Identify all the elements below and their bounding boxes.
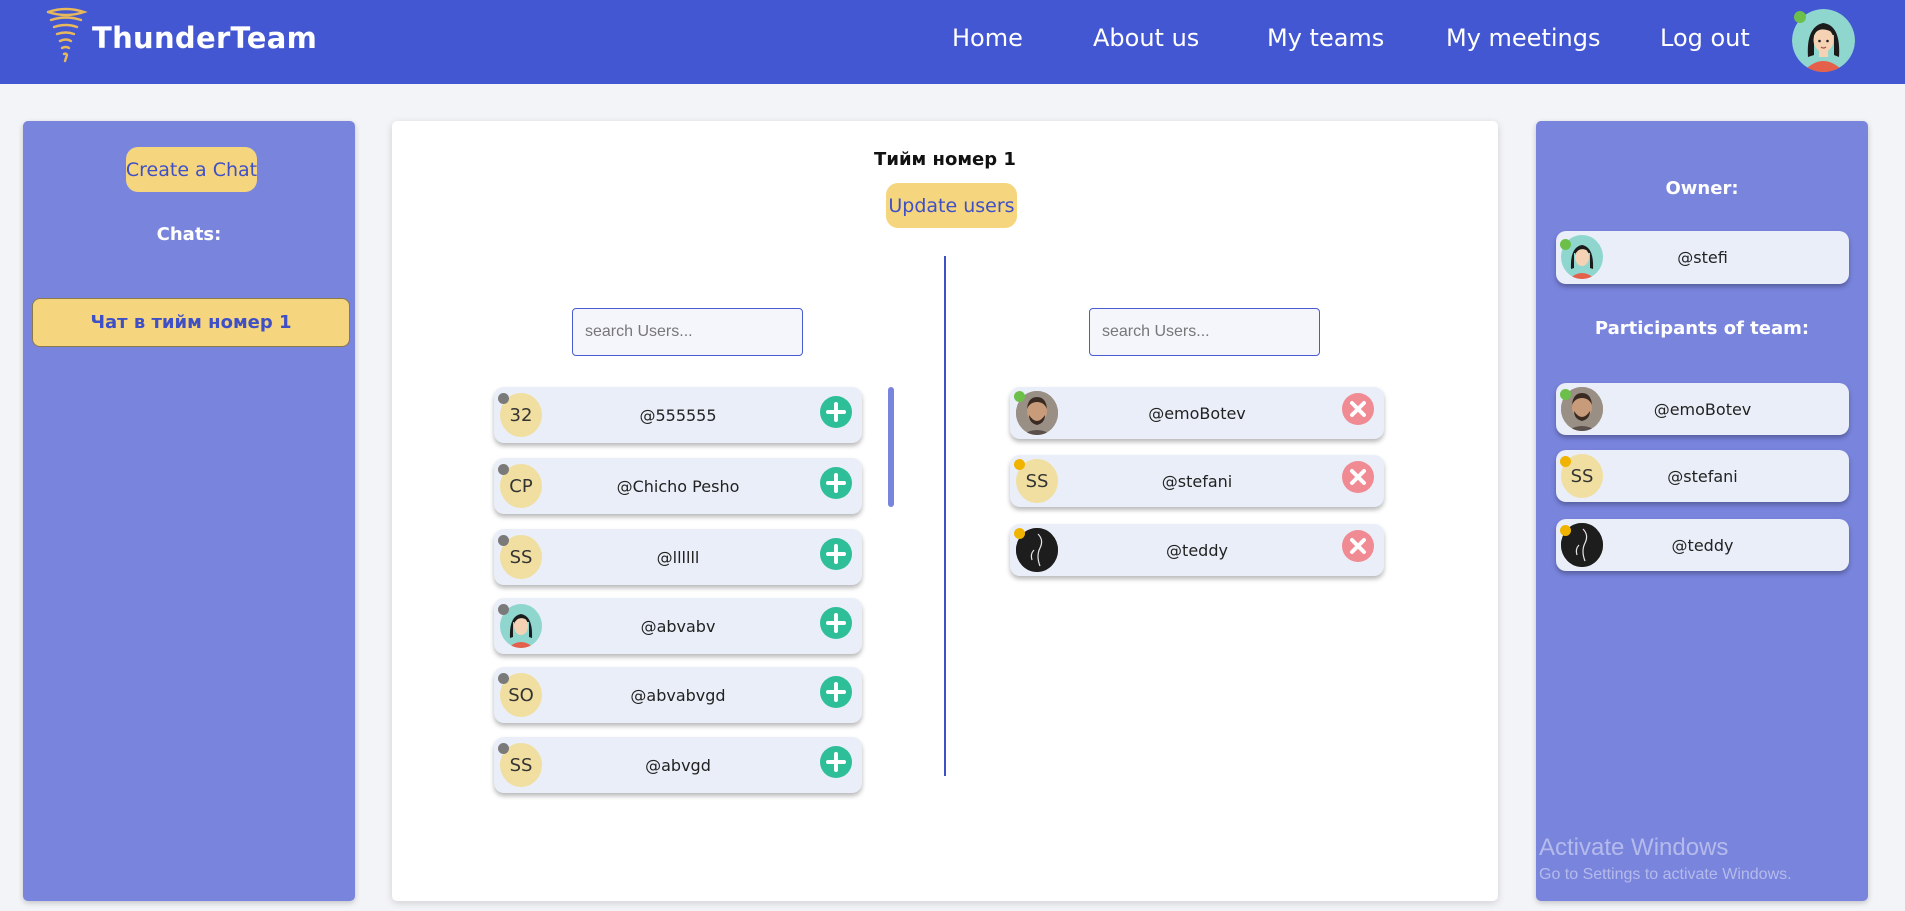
add-user-button[interactable] xyxy=(820,538,852,570)
participant-card: @emoBotev xyxy=(1556,383,1849,435)
available-user-card: CP @Chicho Pesho xyxy=(494,458,862,514)
status-offline-dot xyxy=(498,673,509,684)
participant-name: @teddy xyxy=(1671,535,1734,555)
participant-name: @stefani xyxy=(1667,466,1738,486)
user-name: @stefani xyxy=(1161,471,1233,491)
remove-user-button[interactable] xyxy=(1342,530,1374,562)
close-icon xyxy=(1350,469,1366,485)
status-online-dot xyxy=(1560,239,1571,250)
status-online-dot xyxy=(1560,389,1571,400)
user-name: @abvabv xyxy=(640,616,716,636)
user-name: @llllll xyxy=(656,547,700,567)
column-divider xyxy=(944,256,946,776)
add-user-button[interactable] xyxy=(820,396,852,428)
owner-heading: Owner: xyxy=(1665,178,1739,199)
owner-name: @stefi xyxy=(1677,248,1728,267)
user-name: @teddy xyxy=(1166,540,1228,560)
update-users-button[interactable]: Update users xyxy=(886,183,1017,228)
activate-windows-subtitle: Go to Settings to activate Windows. xyxy=(1539,866,1792,883)
add-user-button[interactable] xyxy=(820,746,852,778)
plus-icon xyxy=(826,402,846,422)
user-name: @abvabvgd xyxy=(630,685,726,705)
status-online-dot xyxy=(1014,391,1025,402)
create-chat-button[interactable]: Create a Chat xyxy=(126,147,257,192)
search-available-users-input[interactable] xyxy=(572,308,803,356)
status-away-dot xyxy=(1014,459,1025,470)
available-users-scrollbar[interactable] xyxy=(888,387,894,507)
nav-home-link[interactable]: Home xyxy=(952,24,1023,52)
brand-logo[interactable]: ThunderTeam xyxy=(44,6,317,70)
close-icon xyxy=(1350,401,1366,417)
brand-name: ThunderTeam xyxy=(92,21,318,55)
chats-sidebar: Create a Chat Chats: Чат в тийм номер 1 xyxy=(23,121,355,901)
team-title: Тийм номер 1 xyxy=(874,149,1016,170)
nav-about-link[interactable]: About us xyxy=(1093,24,1199,52)
profile-status-online xyxy=(1794,11,1806,23)
available-user-card: SO @abvabvgd xyxy=(494,667,862,723)
available-user-card: SS @abvgd xyxy=(494,737,862,793)
user-name: @Chicho Pesho xyxy=(616,476,740,496)
plus-icon xyxy=(826,752,846,772)
tornado-icon xyxy=(44,6,88,70)
chat-list-item[interactable]: Чат в тийм номер 1 xyxy=(32,298,350,347)
status-offline-dot xyxy=(498,604,509,615)
nav-my-teams-link[interactable]: My teams xyxy=(1267,24,1384,52)
user-name: @emoBotev xyxy=(1148,403,1246,423)
remove-user-button[interactable] xyxy=(1342,461,1374,493)
available-user-card: 32 @555555 xyxy=(494,387,862,443)
top-navbar: ThunderTeam Home About us My teams My me… xyxy=(0,0,1905,84)
remove-user-button[interactable] xyxy=(1342,393,1374,425)
add-user-button[interactable] xyxy=(820,607,852,639)
add-user-button[interactable] xyxy=(820,676,852,708)
participant-card: SS @stefani xyxy=(1556,450,1849,502)
status-offline-dot xyxy=(498,464,509,475)
status-away-dot xyxy=(1560,456,1571,467)
team-management-panel: Тийм номер 1 Update users 32 @555555 CP … xyxy=(392,121,1498,901)
user-name: @555555 xyxy=(639,405,717,425)
team-user-card: @emoBotev xyxy=(1010,387,1384,439)
close-icon xyxy=(1350,538,1366,554)
plus-icon xyxy=(826,544,846,564)
team-user-card: @teddy xyxy=(1010,524,1384,576)
available-user-card: SS @llllll xyxy=(494,529,862,585)
team-user-card: SS @stefani xyxy=(1010,455,1384,507)
status-offline-dot xyxy=(498,743,509,754)
activate-windows-title: Activate Windows xyxy=(1539,834,1729,861)
owner-card: @stefi xyxy=(1556,231,1849,284)
status-away-dot xyxy=(1560,525,1571,536)
team-info-sidebar: Owner: @stefi Participants of team: @emo… xyxy=(1536,121,1868,901)
search-team-users-input[interactable] xyxy=(1089,308,1320,356)
user-name: @abvgd xyxy=(645,755,711,775)
participants-heading: Participants of team: xyxy=(1594,318,1810,339)
status-offline-dot xyxy=(498,535,509,546)
status-offline-dot xyxy=(498,393,509,404)
nav-my-meetings-link[interactable]: My meetings xyxy=(1446,24,1600,52)
status-away-dot xyxy=(1014,528,1025,539)
chats-heading: Chats: xyxy=(156,224,222,245)
add-user-button[interactable] xyxy=(820,467,852,499)
available-user-card: @abvabv xyxy=(494,598,862,654)
participant-name: @emoBotev xyxy=(1653,399,1752,419)
plus-icon xyxy=(826,613,846,633)
plus-icon xyxy=(826,682,846,702)
nav-logout-link[interactable]: Log out xyxy=(1660,24,1750,52)
plus-icon xyxy=(826,473,846,493)
participant-card: @teddy xyxy=(1556,519,1849,571)
